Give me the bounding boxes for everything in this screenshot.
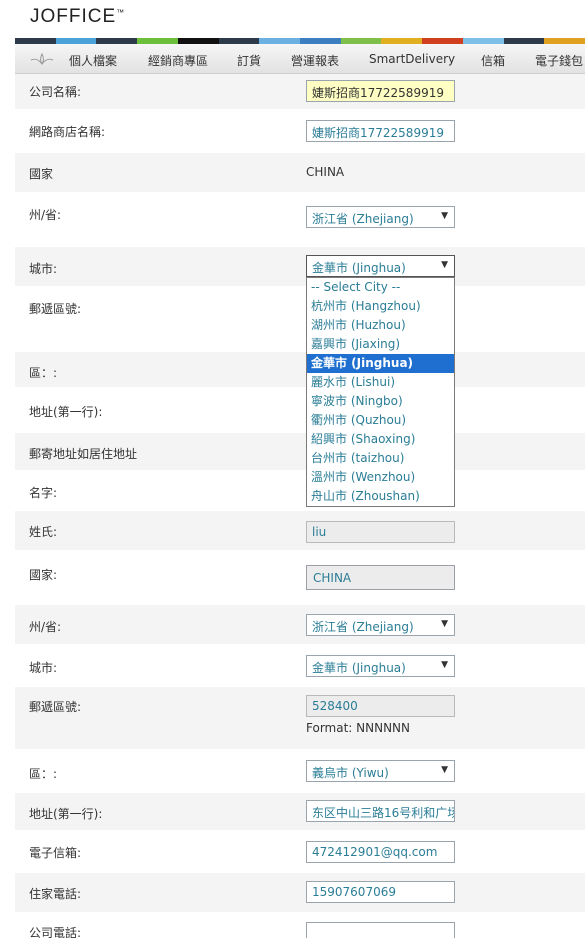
city-option[interactable]: 寧波市 (Ningbo) xyxy=(307,392,454,411)
home-phone-input[interactable]: 15907607069 xyxy=(306,881,455,903)
office-phone-label: 公司電話: xyxy=(29,926,82,938)
row-district: 區：: xyxy=(15,352,585,388)
postcode2-input[interactable]: 528400 xyxy=(306,695,455,717)
city-option[interactable]: 紹興市 (Shaoxing) xyxy=(307,430,454,449)
nav-reports[interactable]: 營運報表 xyxy=(291,52,339,69)
mailing-same-label: 郵寄地址如居住地址 xyxy=(29,447,138,461)
chevron-down-icon: ▼ xyxy=(441,660,448,670)
city-option[interactable]: 杭州市 (Hangzhou) xyxy=(307,297,454,316)
state2-select[interactable]: 浙江省 (Zhejiang) ▼ xyxy=(306,614,455,636)
nav-smartdelivery[interactable]: SmartDelivery xyxy=(369,52,455,66)
main-nav: 個人檔案 經銷商專區 訂貨 營運報表 SmartDelivery 信箱 電子錢包 xyxy=(15,44,585,74)
row-first-name: 名字: xyxy=(15,472,585,510)
state2-label: 州/省: xyxy=(29,620,62,634)
joffice-logo: JOFFICE™ xyxy=(30,6,126,27)
postcode2-label: 郵遞區號: xyxy=(29,700,82,714)
postcode-label: 郵遞區號: xyxy=(29,302,82,316)
home-phone-label: 住家電話: xyxy=(29,887,82,901)
address1-2-label: 地址(第一行): xyxy=(29,807,103,821)
city-option[interactable]: 嘉興市 (Jiaxing) xyxy=(307,335,454,354)
chevron-down-icon: ▼ xyxy=(441,211,448,221)
nav-orders[interactable]: 訂貨 xyxy=(237,52,261,69)
city2-label: 城市: xyxy=(29,661,58,675)
chevron-down-icon: ▼ xyxy=(441,260,448,270)
row-postcode: 郵遞區號: xyxy=(15,288,585,351)
city-label: 城市: xyxy=(29,262,58,276)
row-last-name: 姓氏: liu xyxy=(15,511,585,551)
row-address1: 地址(第一行): xyxy=(15,389,585,432)
nav-ewallet[interactable]: 電子錢包 xyxy=(535,52,583,69)
state-label: 州/省: xyxy=(29,208,62,222)
email-label: 電子信箱: xyxy=(29,846,82,860)
state-select[interactable]: 浙江省 (Zhejiang) ▼ xyxy=(306,206,455,228)
store-name-input[interactable]: 婕斯招商17722589919 xyxy=(306,120,455,142)
country2-label: 國家: xyxy=(29,568,58,582)
row-country: 國家 CHINA xyxy=(15,153,585,193)
city-option[interactable]: 台州市 (taizhou) xyxy=(307,449,454,468)
row-home-phone: 住家電話: 15907607069 xyxy=(15,873,585,913)
last-name-input[interactable]: liu xyxy=(306,521,455,543)
chevron-down-icon: ▼ xyxy=(441,619,448,629)
row-mailing-same: 郵寄地址如居住地址 xyxy=(15,433,585,471)
city-option[interactable]: 麗水市 (Lishui) xyxy=(307,373,454,392)
nav-mailbox[interactable]: 信箱 xyxy=(481,52,505,69)
row-postcode2: 郵遞區號: 528400 Format: NNNNNN xyxy=(15,687,585,750)
postcode-format-hint: Format: NNNNNN xyxy=(306,721,411,735)
chevron-down-icon: ▼ xyxy=(441,765,448,775)
city-option[interactable]: 湖州市 (Huzhou) xyxy=(307,316,454,335)
row-store-name: 網路商店名稱: 婕斯招商17722589919 xyxy=(15,111,585,152)
address1-2-input[interactable]: 东区中山三路16号利和广场 xyxy=(306,800,455,822)
city-dropdown-list: -- Select City -- 杭州市 (Hangzhou) 湖州市 (Huzh… xyxy=(306,277,455,507)
row-address1-2: 地址(第一行): 东区中山三路16号利和广场 xyxy=(15,793,585,831)
country-label: 國家 xyxy=(29,167,54,181)
district2-label: 區：: xyxy=(29,767,58,781)
city-option[interactable]: 金華市 (Jinghua) xyxy=(307,354,454,373)
row-city2: 城市: 金華市 (Jinghua) ▼ xyxy=(15,646,585,686)
nav-distributor[interactable]: 經銷商專區 xyxy=(148,52,208,69)
row-country2: 國家: CHINA xyxy=(15,552,585,604)
city-option[interactable]: 衢州市 (Quzhou) xyxy=(307,411,454,430)
nav-profile[interactable]: 個人檔案 xyxy=(69,52,117,69)
country-value: CHINA xyxy=(306,165,345,179)
city-option[interactable]: -- Select City -- xyxy=(307,278,454,297)
company-name-label: 公司名稱: xyxy=(29,85,82,99)
row-company-name: 公司名稱: 婕斯招商17722589919 xyxy=(15,74,585,110)
district2-select[interactable]: 義烏市 (Yiwu) ▼ xyxy=(306,760,455,782)
address1-label: 地址(第一行): xyxy=(29,405,103,419)
office-phone-input[interactable] xyxy=(306,922,455,938)
row-district2: 區：: 義烏市 (Yiwu) ▼ xyxy=(15,751,585,792)
row-email: 電子信箱: 472412901@qq.com xyxy=(15,832,585,872)
company-name-input[interactable]: 婕斯招商17722589919 xyxy=(306,80,455,102)
lotus-icon xyxy=(30,52,54,65)
district-label: 區：: xyxy=(29,366,58,380)
city-select[interactable]: 金華市 (Jinghua) ▼ xyxy=(306,255,455,277)
first-name-label: 名字: xyxy=(29,486,58,500)
city-option[interactable]: 舟山市 (Zhoushan) xyxy=(307,487,454,506)
row-state2: 州/省: 浙江省 (Zhejiang) ▼ xyxy=(15,605,585,645)
city-option[interactable]: 溫州市 (Wenzhou) xyxy=(307,468,454,487)
store-name-label: 網路商店名稱: xyxy=(29,125,106,139)
email-input[interactable]: 472412901@qq.com xyxy=(306,841,455,863)
row-city: 城市: 金華市 (Jinghua) ▼ xyxy=(15,247,585,287)
row-state: 州/省: 浙江省 (Zhejiang) ▼ xyxy=(15,194,585,246)
row-office-phone: 公司電話: xyxy=(15,914,585,938)
city2-select[interactable]: 金華市 (Jinghua) ▼ xyxy=(306,655,455,677)
last-name-label: 姓氏: xyxy=(29,525,58,539)
country2-input[interactable]: CHINA xyxy=(306,565,455,590)
